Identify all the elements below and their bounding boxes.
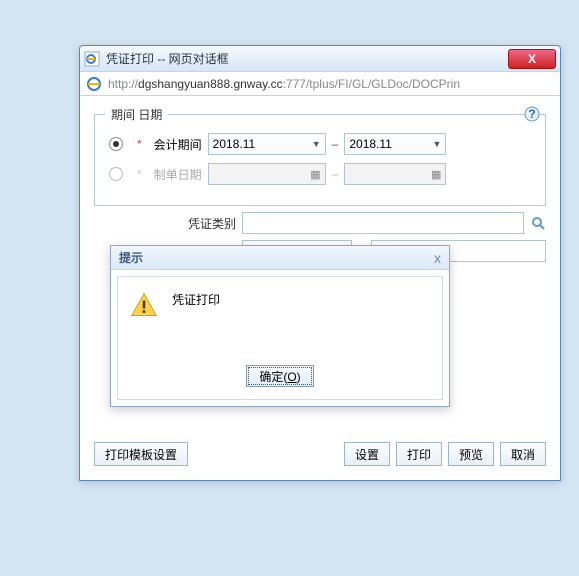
search-icon[interactable] <box>530 215 546 231</box>
window-title: 凭证打印 -- 网页对话框 <box>106 50 229 67</box>
period-label: 会计期间 <box>144 136 202 153</box>
chevron-down-icon: ▼ <box>432 139 441 149</box>
voucher-type-input[interactable] <box>242 212 524 234</box>
warning-icon <box>130 291 158 319</box>
titlebar: 凭证打印 -- 网页对话框 X <box>80 46 560 72</box>
modal-close-button[interactable]: x <box>434 250 441 266</box>
footer-buttons: 打印模板设置 设置 打印 预览 取消 <box>94 442 546 466</box>
chevron-down-icon: ▼ <box>312 139 321 149</box>
modal-footer: 确定(O) <box>130 365 430 387</box>
preview-button[interactable]: 预览 <box>448 442 494 466</box>
ie-page-icon <box>84 51 100 67</box>
alert-modal: 提示 x 凭证打印 确定(O) <box>110 245 450 407</box>
url-scheme: http:// <box>108 77 138 91</box>
modal-body: 凭证打印 确定(O) <box>117 276 443 400</box>
period-row: * 会计期间 2018.11 ▼ – 2018.11 ▼ <box>105 133 535 155</box>
settings-button[interactable]: 设置 <box>344 442 390 466</box>
svg-text:?: ? <box>528 107 535 121</box>
window-close-button[interactable]: X <box>508 49 556 69</box>
calendar-icon: ▦ <box>310 168 320 181</box>
period-to-combo[interactable]: 2018.11 ▼ <box>344 133 446 155</box>
date-radio[interactable] <box>109 167 123 181</box>
ok-button[interactable]: 确定(O) <box>246 365 313 387</box>
date-from-combo: ▦ <box>208 163 326 185</box>
range-separator: – <box>332 167 339 181</box>
ie-icon <box>86 76 102 92</box>
cancel-button[interactable]: 取消 <box>500 442 546 466</box>
calendar-icon: ▦ <box>431 168 441 181</box>
date-to-combo: ▦ <box>344 163 446 185</box>
period-to-value: 2018.11 <box>349 137 392 151</box>
modal-title-text: 提示 <box>119 249 143 266</box>
url-path: :777/tplus/FI/GL/GLDoc/DOCPrin <box>283 77 460 91</box>
print-button[interactable]: 打印 <box>396 442 442 466</box>
url-bar: http://dgshangyuan888.gnway.cc:777/tplus… <box>80 72 560 96</box>
required-asterisk: * <box>137 167 142 181</box>
voucher-type-row: 凭证类别 <box>178 212 546 234</box>
help-icon[interactable]: ? <box>524 106 540 122</box>
date-label: 制单日期 <box>144 166 202 183</box>
period-radio[interactable] <box>109 137 123 151</box>
modal-message: 凭证打印 <box>172 291 220 308</box>
required-asterisk: * <box>137 137 142 151</box>
print-template-button[interactable]: 打印模板设置 <box>94 442 188 466</box>
modal-titlebar: 提示 x <box>111 246 449 270</box>
voucher-type-label: 凭证类别 <box>178 215 236 232</box>
range-separator: – <box>332 137 339 151</box>
period-from-combo[interactable]: 2018.11 ▼ <box>208 133 326 155</box>
fieldset-legend: 期间 日期 <box>105 106 168 123</box>
modal-message-row: 凭证打印 <box>130 291 430 319</box>
date-row: * 制单日期 ▦ – ▦ <box>105 163 535 185</box>
period-from-value: 2018.11 <box>213 137 256 151</box>
url-host: dgshangyuan888.gnway.cc <box>138 77 283 91</box>
period-fieldset: 期间 日期 * 会计期间 2018.11 ▼ – 2018.11 ▼ * 制单日… <box>94 106 546 206</box>
